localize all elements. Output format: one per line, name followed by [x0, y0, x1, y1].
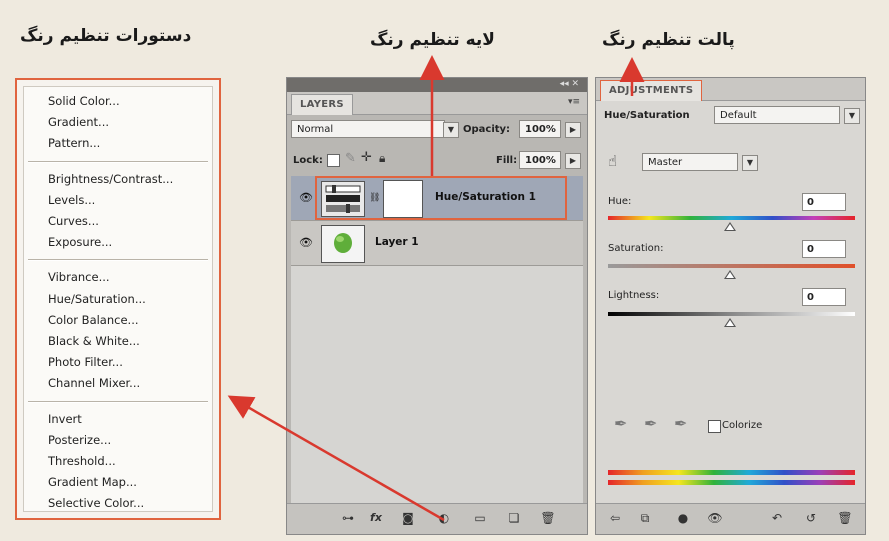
annotation-arrows	[227, 55, 645, 522]
arrow-to-menu	[227, 395, 445, 522]
